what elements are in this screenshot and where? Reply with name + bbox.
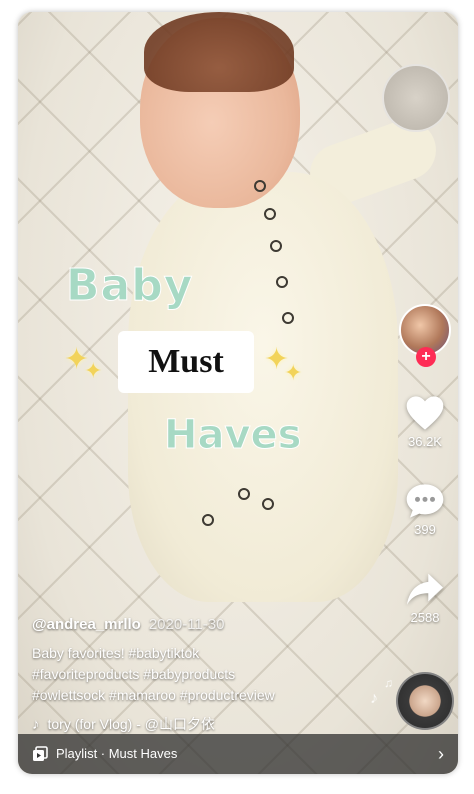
sparkle-icon: ✦ <box>284 360 303 385</box>
effect-thumbnail[interactable] <box>382 64 450 132</box>
baby-hair <box>144 12 294 92</box>
overlay-title-haves: Haves <box>163 412 302 459</box>
heart-icon <box>406 396 444 430</box>
caption-line[interactable]: #owlettsock #mamaroo #productreview <box>32 685 372 706</box>
sound-disc[interactable] <box>396 672 454 730</box>
overlay-title-must: Must <box>118 331 254 393</box>
onesie-snap <box>264 208 276 220</box>
onesie-snap <box>254 180 266 192</box>
music-icon: ♪ <box>32 716 40 733</box>
onesie-snap <box>262 498 274 510</box>
video-caption: @andrea_mrllo 2020-11-30 Baby favorites! … <box>32 616 372 734</box>
overlay-title-baby: Baby <box>65 260 194 312</box>
sound-row[interactable]: ♪ tory (for Vlog) - @山口夕依 <box>32 714 372 734</box>
comment-count: 399 <box>414 522 436 537</box>
caption-description: Baby favorites! #babytiktok #favoritepro… <box>32 643 372 706</box>
sound-name: tory (for Vlog) - @山口夕依 <box>47 716 215 732</box>
author-handle[interactable]: @andrea_mrllo <box>32 616 141 633</box>
onesie-snap <box>282 312 294 324</box>
sparkle-icon: ✦ <box>84 358 103 383</box>
playlist-label: Playlist · Must Haves <box>56 746 178 761</box>
share-icon <box>407 573 443 605</box>
follow-button[interactable]: + <box>416 347 436 367</box>
comment-button[interactable]: 399 <box>398 482 452 537</box>
share-count: 2588 <box>410 610 440 625</box>
onesie-snap <box>202 514 214 526</box>
comment-icon <box>406 484 444 518</box>
caption-line[interactable]: Baby favorites! #babytiktok <box>32 643 372 664</box>
playlist-bar[interactable]: Playlist · Must Haves › <box>18 734 458 774</box>
video-frame[interactable]: Baby Must Haves ✦ ✦ ✦ ✦ + 36.2K 399 2588… <box>18 12 458 774</box>
like-button[interactable]: 36.2K <box>398 394 452 449</box>
onesie-snap <box>270 240 282 252</box>
onesie-snap <box>238 488 250 500</box>
author-row: @andrea_mrllo 2020-11-30 <box>32 616 372 633</box>
like-count: 36.2K <box>408 434 442 449</box>
playlist-icon <box>33 746 48 761</box>
onesie-snap <box>276 276 288 288</box>
chevron-right-icon: › <box>438 744 444 764</box>
music-note-icon: ♫ <box>384 676 393 690</box>
caption-line[interactable]: #favoriteproducts #babyproducts <box>32 664 372 685</box>
share-button[interactable]: 2588 <box>398 572 452 625</box>
post-date: 2020-11-30 <box>148 616 225 633</box>
